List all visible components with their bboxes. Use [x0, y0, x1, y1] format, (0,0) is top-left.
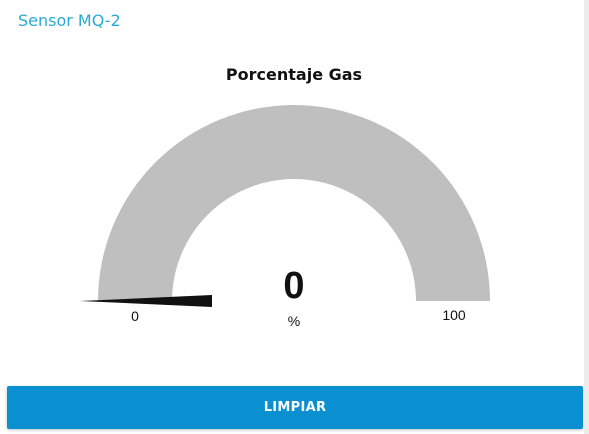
clear-button[interactable]: LIMPIAR — [7, 386, 583, 429]
gas-gauge: Porcentaje Gas 0 % 0 100 — [80, 65, 490, 329]
gauge-value: 0 — [283, 265, 304, 307]
sensor-card: Sensor MQ-2 Porcentaje Gas 0 % 0 100 LIM… — [0, 0, 584, 434]
gauge-min-label: 0 — [131, 308, 139, 324]
page-scroll-edge — [584, 0, 589, 434]
gauge-title: Porcentaje Gas — [226, 65, 362, 84]
gauge-max-label: 100 — [442, 307, 466, 323]
gauge-unit: % — [288, 313, 300, 329]
